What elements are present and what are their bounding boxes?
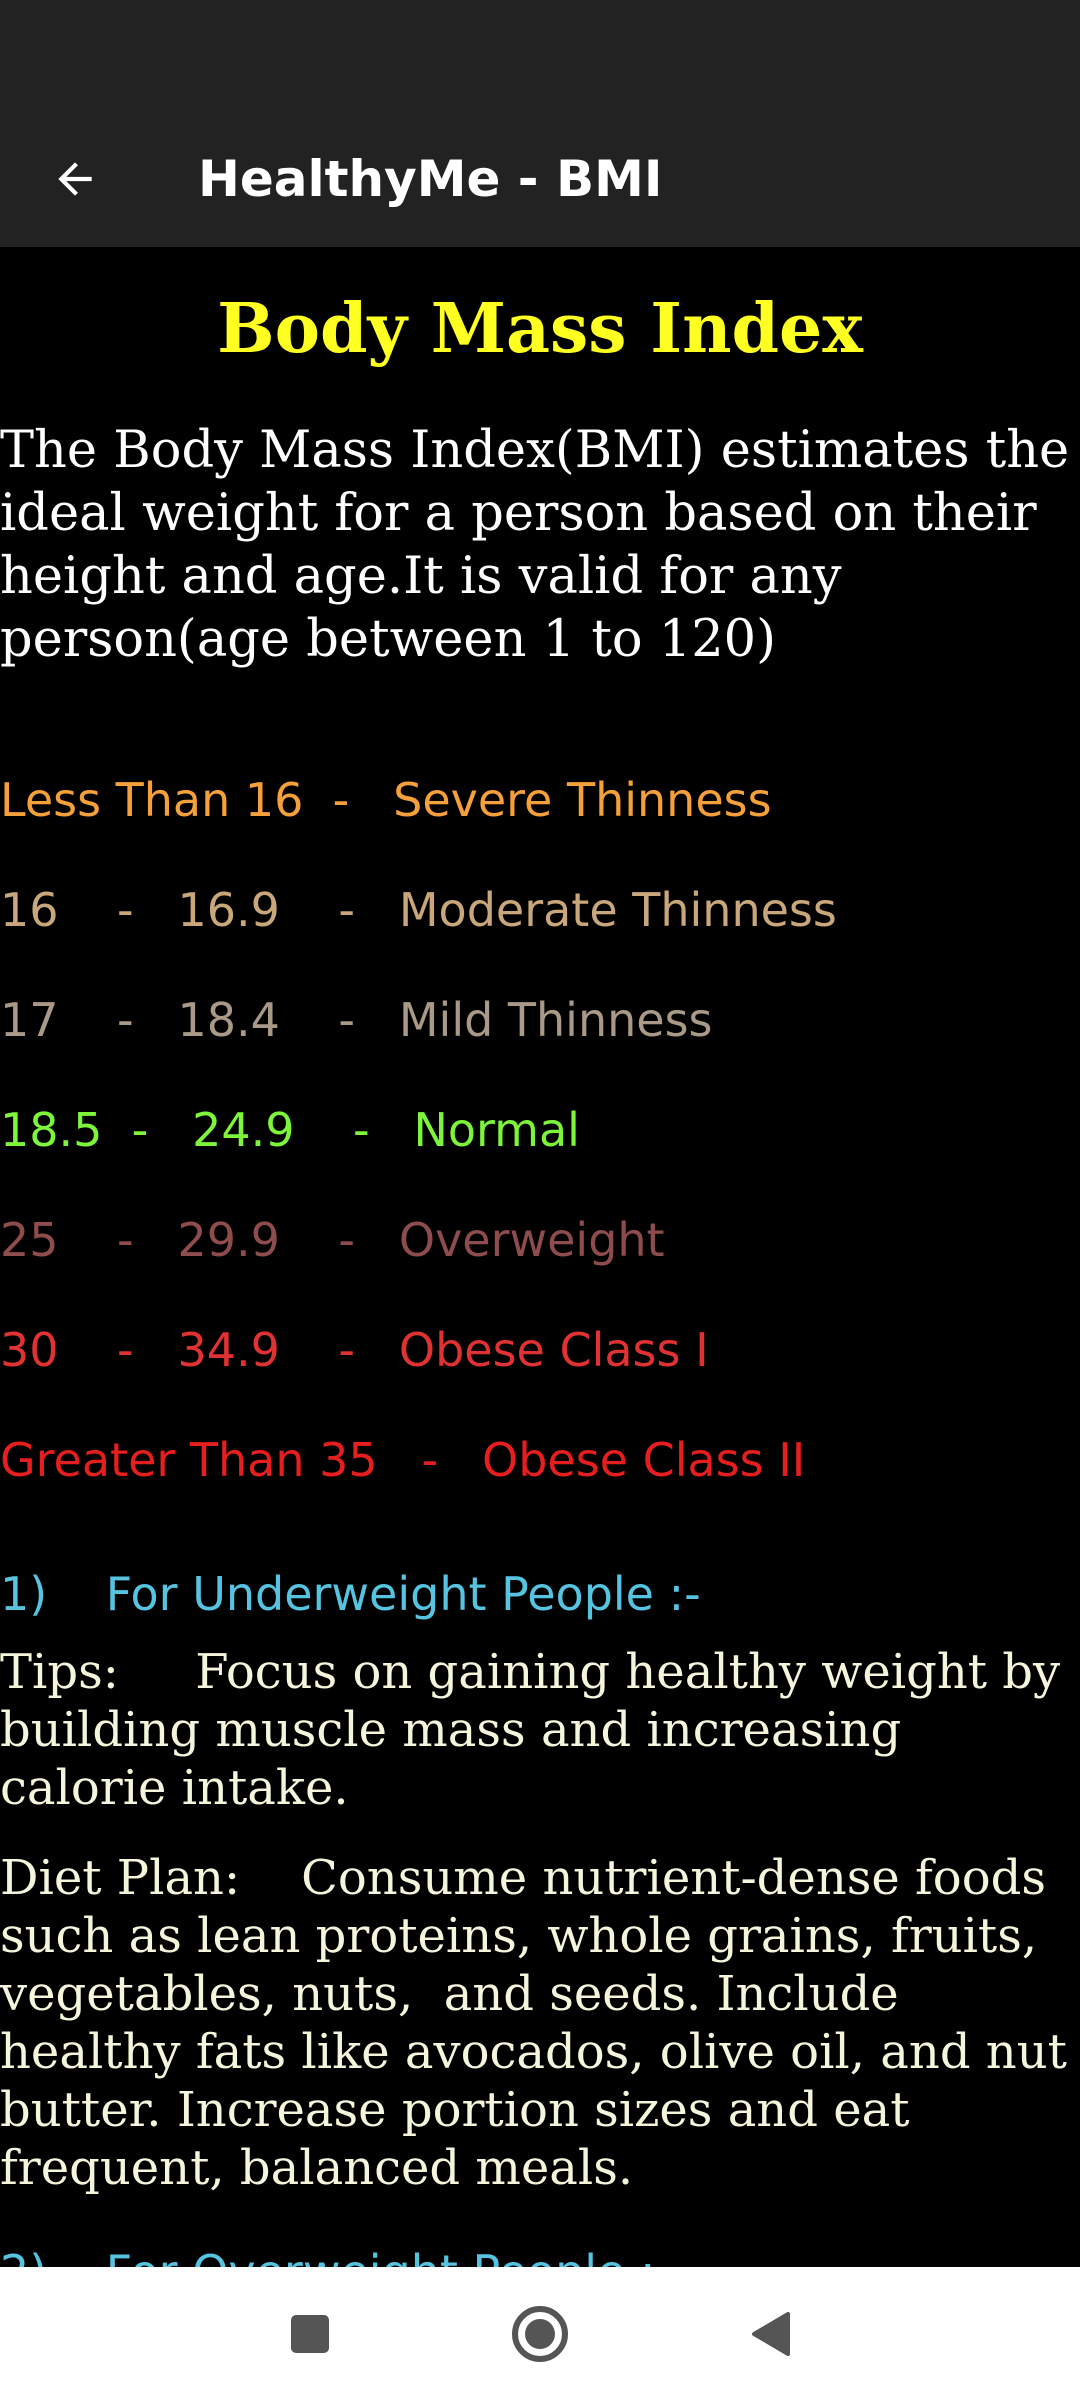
system-nav-bar [0, 2267, 1080, 2400]
bmi-range-obese-2: Greater Than 35 - Obese Class II [0, 1433, 806, 1487]
status-bar [0, 0, 1080, 110]
circle-icon [512, 2305, 568, 2362]
bmi-range-moderate: 16 - 16.9 - Moderate Thinness [0, 883, 837, 937]
overweight-section-title: 2) For Overweight People :- [0, 2245, 672, 2267]
bmi-range-normal: 18.5 - 24.9 - Normal [0, 1103, 580, 1157]
arrow-left-icon [58, 161, 92, 196]
recents-button[interactable] [260, 2284, 360, 2384]
bmi-range-mild: 17 - 18.4 - Mild Thinness [0, 993, 713, 1047]
home-button[interactable] [490, 2284, 590, 2384]
bmi-range-severe: Less Than 16 - Severe Thinness [0, 773, 772, 827]
app-bar: HealthyMe - BMI [0, 110, 1080, 247]
triangle-back-icon [752, 2311, 790, 2356]
underweight-diet-plan: Diet Plan: Consume nutrient-dense foods … [0, 1850, 1067, 2196]
back-nav-button[interactable] [720, 2284, 820, 2384]
bmi-range-overweight: 25 - 29.9 - Overweight [0, 1213, 665, 1267]
square-icon [291, 2314, 329, 2353]
back-button[interactable] [0, 110, 150, 247]
underweight-tips: Tips: Focus on gaining healthy weight by… [0, 1644, 1076, 1816]
app-title: HealthyMe - BMI [198, 149, 663, 208]
content-scroll[interactable]: Body Mass Index The Body Mass Index(BMI)… [0, 247, 1080, 2267]
page-heading: Body Mass Index [217, 289, 863, 369]
intro-text: The Body Mass Index(BMI) estimates the i… [0, 421, 1070, 669]
underweight-section-title: 1) For Underweight People :- [0, 1567, 701, 1621]
bmi-range-obese-1: 30 - 34.9 - Obese Class I [0, 1323, 709, 1377]
